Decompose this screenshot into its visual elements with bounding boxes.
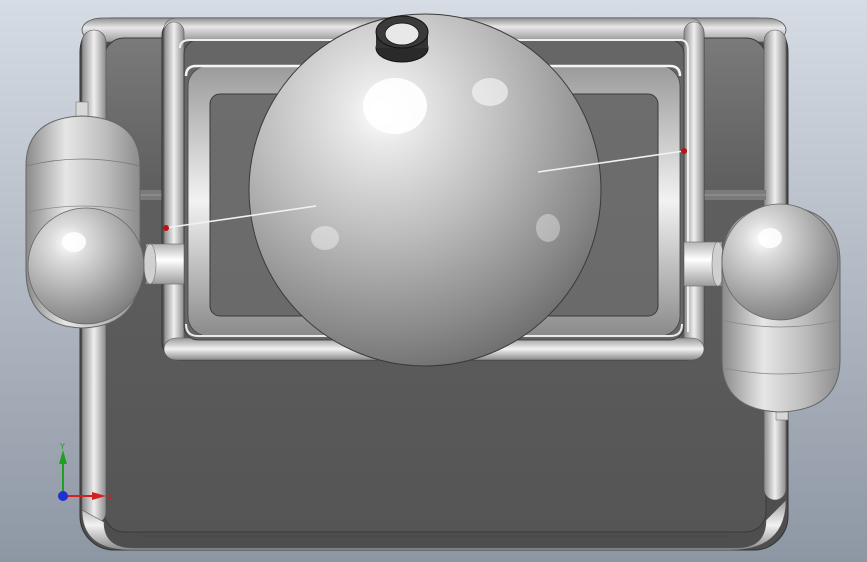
right-tank[interactable] xyxy=(721,203,841,421)
top-nozzle[interactable] xyxy=(375,15,429,63)
left-connector-pipe[interactable] xyxy=(143,243,185,285)
cad-viewport[interactable]: Y X xyxy=(0,0,867,562)
assembly-model[interactable] xyxy=(0,0,867,562)
left-marker[interactable] xyxy=(163,225,169,231)
coordinate-triad[interactable]: Y X xyxy=(50,438,120,508)
x-axis-label: X xyxy=(107,493,113,502)
x-arrow-icon xyxy=(92,492,106,500)
left-tank[interactable] xyxy=(25,101,145,329)
z-axis-dot xyxy=(58,491,68,501)
right-marker[interactable] xyxy=(681,148,687,154)
y-arrow-icon xyxy=(59,450,67,464)
main-sphere[interactable] xyxy=(248,13,602,367)
right-connector-pipe[interactable] xyxy=(683,241,725,287)
y-axis-label: Y xyxy=(59,442,65,451)
